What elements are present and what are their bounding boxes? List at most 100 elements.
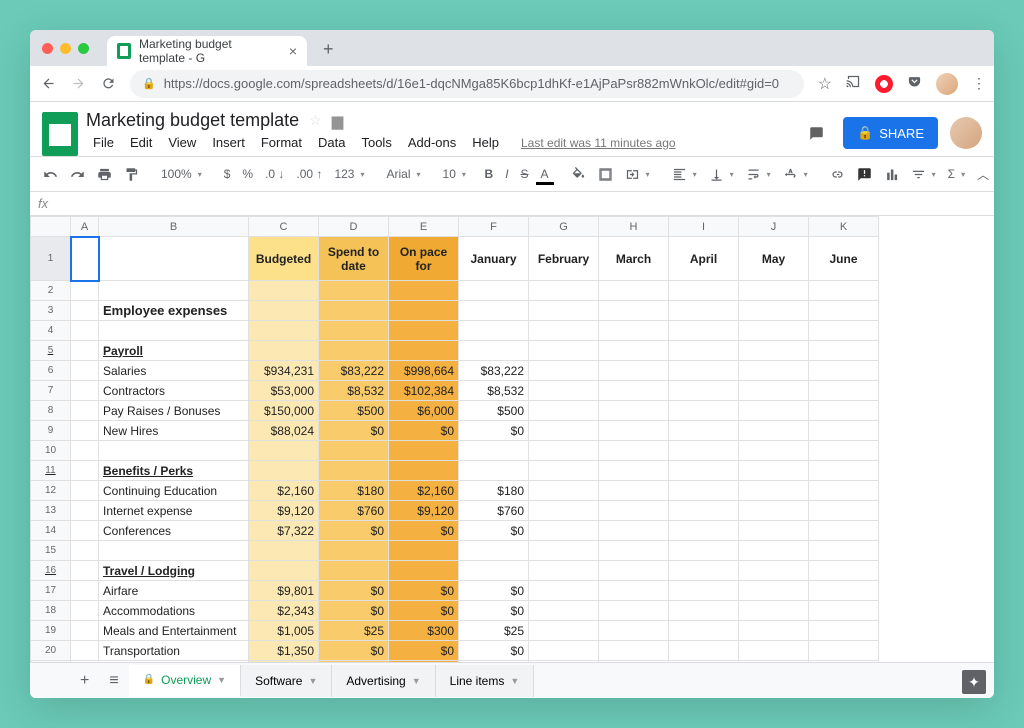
cell[interactable]: $1,005 bbox=[249, 621, 319, 641]
menu-insert[interactable]: Insert bbox=[205, 133, 252, 152]
cell[interactable] bbox=[739, 381, 809, 401]
cell[interactable] bbox=[809, 521, 879, 541]
cell[interactable] bbox=[249, 561, 319, 581]
cell[interactable] bbox=[809, 281, 879, 301]
cell[interactable]: $2,343 bbox=[249, 601, 319, 621]
cell[interactable] bbox=[389, 561, 459, 581]
cell[interactable] bbox=[71, 441, 99, 461]
format-currency-button[interactable]: $ bbox=[219, 163, 236, 185]
cell[interactable] bbox=[669, 521, 739, 541]
insert-comment-button[interactable] bbox=[852, 163, 877, 186]
cell[interactable] bbox=[459, 321, 529, 341]
cell[interactable]: $25 bbox=[319, 621, 389, 641]
cell[interactable]: $760 bbox=[459, 501, 529, 521]
cell[interactable] bbox=[99, 541, 249, 561]
cell[interactable] bbox=[529, 501, 599, 521]
cell[interactable] bbox=[319, 301, 389, 321]
cell[interactable] bbox=[739, 621, 809, 641]
cell[interactable] bbox=[809, 561, 879, 581]
cell[interactable]: $300 bbox=[389, 621, 459, 641]
cell[interactable] bbox=[71, 501, 99, 521]
cell[interactable]: June bbox=[809, 237, 879, 281]
cell[interactable] bbox=[529, 581, 599, 601]
cell[interactable] bbox=[809, 361, 879, 381]
cell[interactable]: May bbox=[739, 237, 809, 281]
cell[interactable] bbox=[71, 461, 99, 481]
cell[interactable]: Salaries bbox=[99, 361, 249, 381]
row-header[interactable]: 18 bbox=[31, 601, 71, 621]
cell[interactable] bbox=[529, 601, 599, 621]
row-header[interactable]: 7 bbox=[31, 381, 71, 401]
cell[interactable] bbox=[599, 441, 669, 461]
cell[interactable] bbox=[809, 441, 879, 461]
cell[interactable]: $0 bbox=[319, 641, 389, 661]
insert-link-button[interactable] bbox=[825, 163, 850, 186]
chevron-down-icon[interactable]: ▼ bbox=[510, 676, 519, 686]
cell[interactable] bbox=[739, 601, 809, 621]
cell[interactable] bbox=[669, 561, 739, 581]
text-color-button[interactable]: A bbox=[536, 163, 554, 185]
browser-menu-icon[interactable]: ⋮ bbox=[972, 75, 984, 92]
column-header[interactable]: J bbox=[739, 217, 809, 237]
cell[interactable]: $0 bbox=[459, 601, 529, 621]
cell[interactable] bbox=[809, 581, 879, 601]
cell[interactable] bbox=[249, 461, 319, 481]
cell[interactable] bbox=[739, 341, 809, 361]
cell[interactable] bbox=[71, 581, 99, 601]
cell[interactable]: Pay Raises / Bonuses bbox=[99, 401, 249, 421]
cell[interactable] bbox=[459, 341, 529, 361]
cell[interactable] bbox=[599, 581, 669, 601]
cell[interactable]: $0 bbox=[319, 521, 389, 541]
vertical-align-button[interactable] bbox=[704, 163, 739, 186]
cell[interactable] bbox=[319, 541, 389, 561]
cell[interactable]: $9,801 bbox=[249, 581, 319, 601]
cell[interactable]: $53,000 bbox=[249, 381, 319, 401]
cell[interactable]: $0 bbox=[389, 641, 459, 661]
row-header[interactable]: 17 bbox=[31, 581, 71, 601]
cell[interactable]: $9,120 bbox=[249, 501, 319, 521]
cell[interactable]: Employee expenses bbox=[99, 301, 249, 321]
row-header[interactable]: 12 bbox=[31, 481, 71, 501]
menu-file[interactable]: File bbox=[86, 133, 121, 152]
cell[interactable] bbox=[99, 321, 249, 341]
new-tab-button[interactable]: + bbox=[323, 39, 334, 60]
cell[interactable]: February bbox=[529, 237, 599, 281]
cell[interactable]: Travel / Lodging bbox=[99, 561, 249, 581]
cell[interactable] bbox=[599, 561, 669, 581]
cast-icon[interactable] bbox=[846, 74, 861, 94]
cell[interactable] bbox=[669, 381, 739, 401]
column-header[interactable]: E bbox=[389, 217, 459, 237]
cell[interactable] bbox=[529, 341, 599, 361]
cell[interactable] bbox=[809, 341, 879, 361]
cell[interactable]: $83,222 bbox=[459, 361, 529, 381]
cell[interactable] bbox=[249, 441, 319, 461]
cell[interactable] bbox=[669, 621, 739, 641]
column-header[interactable]: G bbox=[529, 217, 599, 237]
cell[interactable] bbox=[249, 281, 319, 301]
opera-extension-icon[interactable] bbox=[875, 75, 893, 93]
cell[interactable]: $500 bbox=[459, 401, 529, 421]
increase-decimal-button[interactable]: .00 ↑ bbox=[291, 163, 327, 185]
filter-button[interactable] bbox=[906, 163, 941, 186]
sheet-tab-line-items[interactable]: Line items▼ bbox=[436, 665, 535, 697]
cell[interactable] bbox=[739, 561, 809, 581]
cell[interactable] bbox=[99, 237, 249, 281]
cell[interactable] bbox=[319, 341, 389, 361]
close-tab-icon[interactable]: × bbox=[289, 43, 297, 59]
merge-cells-button[interactable] bbox=[620, 163, 655, 186]
cell[interactable]: Continuing Education bbox=[99, 481, 249, 501]
cell[interactable] bbox=[599, 521, 669, 541]
cell[interactable] bbox=[459, 281, 529, 301]
cell[interactable]: $0 bbox=[459, 581, 529, 601]
cell[interactable]: Spend to date bbox=[319, 237, 389, 281]
cell[interactable] bbox=[809, 321, 879, 341]
row-header[interactable]: 2 bbox=[31, 281, 71, 301]
cell[interactable] bbox=[529, 361, 599, 381]
cell[interactable] bbox=[669, 321, 739, 341]
cell[interactable] bbox=[669, 581, 739, 601]
move-folder-icon[interactable]: ▆ bbox=[332, 112, 344, 130]
cell[interactable]: Transportation bbox=[99, 641, 249, 661]
cell[interactable]: Payroll bbox=[99, 341, 249, 361]
cell[interactable] bbox=[71, 237, 99, 281]
cell[interactable] bbox=[739, 581, 809, 601]
